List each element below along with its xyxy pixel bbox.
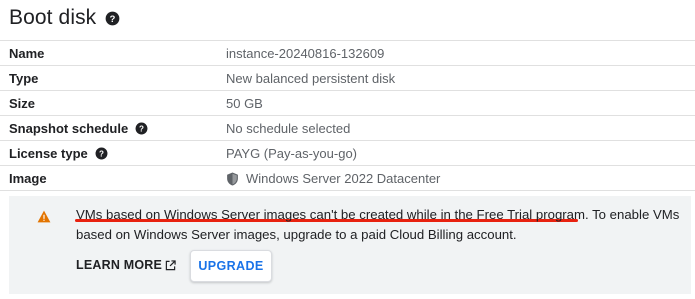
- detail-value-text: New balanced persistent disk: [226, 71, 396, 86]
- detail-row-snapshot-schedule: Snapshot schedule ? No schedule selected: [0, 115, 695, 140]
- detail-value: 50 GB: [226, 96, 263, 111]
- detail-row-size: Size 50 GB: [0, 90, 695, 115]
- warning-message: VMs based on Windows Server images can't…: [76, 205, 686, 245]
- detail-row-name: Name instance-20240816-132609: [0, 40, 695, 65]
- boot-disk-panel: Boot disk ? Name instance-20240816-13260…: [0, 0, 695, 299]
- detail-value: New balanced persistent disk: [226, 71, 395, 86]
- detail-value: instance-20240816-132609: [226, 46, 384, 61]
- detail-value-text: PAYG (Pay-as-you-go): [226, 146, 358, 161]
- warning-message-line: based on Windows Server images, upgrade …: [76, 227, 517, 242]
- help-icon[interactable]: ?: [105, 11, 120, 26]
- detail-label: Size: [9, 96, 35, 111]
- detail-label: Image: [9, 171, 47, 186]
- detail-label-text: License type: [9, 146, 88, 161]
- detail-value-text: instance-20240816-132609: [226, 46, 385, 61]
- detail-label-text: Type: [9, 71, 39, 86]
- detail-label: Type: [9, 71, 38, 86]
- warning-message-line: VMs based on Windows Server images can't…: [76, 207, 680, 222]
- free-trial-warning-banner: VMs based on Windows Server images can't…: [9, 196, 691, 294]
- section-header: Boot disk ?: [9, 6, 120, 30]
- detail-value-text: Windows Server 2022 Datacenter: [246, 171, 441, 186]
- detail-row-image: Image Windows Server 2022 Datacenter: [0, 165, 695, 191]
- detail-value: PAYG (Pay-as-you-go): [226, 146, 357, 161]
- learn-more-label: LEARN MORE: [76, 258, 163, 272]
- svg-text:?: ?: [139, 124, 144, 133]
- help-icon[interactable]: ?: [135, 122, 148, 135]
- external-link-icon: [165, 259, 176, 271]
- section-title: Boot disk: [9, 6, 97, 29]
- warning-icon: [37, 210, 51, 223]
- svg-text:?: ?: [99, 149, 104, 158]
- detail-label-text: Snapshot schedule: [9, 121, 129, 136]
- detail-label: Name: [9, 46, 44, 61]
- detail-row-license-type: License type ? PAYG (Pay-as-you-go): [0, 140, 695, 165]
- detail-label-text: Image: [9, 171, 47, 186]
- shield-icon: [226, 172, 239, 186]
- detail-label-text: Size: [9, 96, 36, 111]
- help-icon[interactable]: ?: [95, 147, 108, 160]
- detail-value: Windows Server 2022 Datacenter: [226, 171, 440, 186]
- detail-label-text: Name: [9, 46, 45, 61]
- detail-value-text: 50 GB: [226, 96, 263, 111]
- upgrade-button[interactable]: UPGRADE: [190, 250, 272, 282]
- detail-value: No schedule selected: [226, 121, 350, 136]
- detail-label: Snapshot schedule ?: [9, 121, 148, 136]
- detail-row-type: Type New balanced persistent disk: [0, 65, 695, 90]
- details-table: Name instance-20240816-132609 Type New b…: [0, 40, 695, 191]
- svg-text:?: ?: [110, 13, 116, 23]
- detail-label: License type ?: [9, 146, 108, 161]
- learn-more-link[interactable]: LEARN MORE: [76, 258, 176, 272]
- detail-value-text: No schedule selected: [226, 121, 351, 136]
